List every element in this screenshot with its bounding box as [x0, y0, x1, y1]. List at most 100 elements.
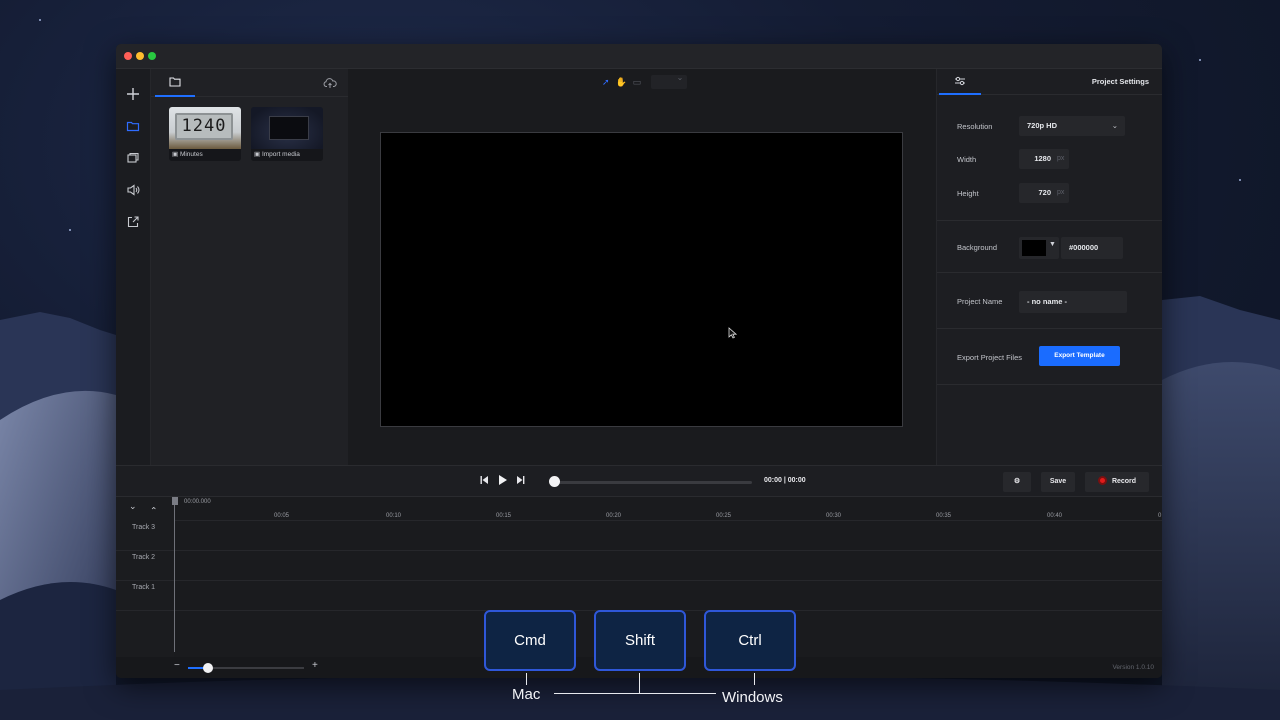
background-label: Background: [957, 243, 998, 252]
add-icon[interactable]: [126, 87, 140, 101]
width-label: Width: [957, 155, 977, 164]
chevron-down-icon: ⌄: [1111, 121, 1118, 130]
ruler-tick: 00:15: [496, 513, 512, 519]
track-row[interactable]: Track 2: [116, 551, 1162, 581]
playhead-handle[interactable]: [172, 497, 178, 505]
keycap-cmd: Cmd: [484, 610, 576, 671]
zoom-dropdown[interactable]: [651, 73, 688, 89]
ruler-tick: 00:40: [1047, 513, 1063, 519]
height-label: Height: [957, 189, 979, 198]
folder-tab-icon: [169, 77, 181, 87]
windows-label: Windows: [722, 689, 783, 706]
ruler-tick: 00:05: [274, 513, 290, 519]
scrubber-handle[interactable]: [549, 476, 560, 487]
dropdown-arrow-icon: ▼: [1049, 241, 1056, 248]
connector-line: [754, 673, 755, 685]
time-display: 00:00 | 00:00: [764, 477, 806, 484]
record-icon: [1097, 475, 1107, 485]
title-bar: [116, 44, 1162, 69]
cloud-upload-icon[interactable]: [323, 76, 337, 94]
project-name-field[interactable]: - no name -: [1019, 291, 1127, 313]
video-canvas[interactable]: [380, 132, 903, 427]
settings-gear-button[interactable]: ⚙: [1003, 472, 1031, 492]
timeline-ruler: 00:00.000 00:05 00:10 00:15 00:20 00:25 …: [174, 497, 1162, 521]
export-template-button[interactable]: Export Template: [1039, 346, 1120, 366]
settings-sliders-icon[interactable]: [939, 69, 981, 95]
maximize-window-button[interactable]: [148, 52, 156, 60]
tab-media-folder[interactable]: [155, 69, 195, 97]
left-toolbar: [116, 69, 150, 465]
skip-back-icon[interactable]: [480, 475, 489, 488]
layers-icon[interactable]: [126, 151, 140, 165]
media-panel: 1240 ▣ Minutes ▣ Import media: [150, 69, 349, 465]
save-button[interactable]: Save: [1041, 472, 1075, 492]
track-label: Track 1: [132, 584, 156, 591]
project-name-label: Project Name: [957, 297, 1003, 306]
track-label: Track 2: [132, 554, 156, 561]
resolution-section: Resolution 720p HD ⌄ Width 1280 px Heigh…: [937, 96, 1162, 221]
collapse-down-icon[interactable]: ⌄: [129, 501, 137, 512]
canvas-toolbar: ➚ ✋ ▭: [602, 73, 688, 89]
background-color-picker[interactable]: ▼: [1019, 237, 1059, 259]
resolution-label: Resolution: [957, 122, 993, 131]
hand-tool-icon[interactable]: ✋: [616, 77, 627, 88]
zoom-in-icon[interactable]: +: [312, 660, 318, 671]
background-section: Background ▼ #000000: [937, 221, 1162, 273]
gear-icon: ⚙: [1013, 478, 1021, 485]
media-thumbnail: 1240: [169, 107, 241, 149]
record-button[interactable]: Record: [1085, 472, 1149, 492]
canvas-area: ➚ ✋ ▭: [348, 69, 936, 465]
export-icon[interactable]: [126, 215, 140, 229]
select-tool-icon[interactable]: ➚: [602, 77, 610, 88]
transport-bar: 00:00 | 00:00 ⚙ Save Record: [116, 465, 1162, 497]
zoom-out-icon[interactable]: −: [174, 660, 180, 671]
track-label: Track 3: [132, 524, 156, 531]
settings-header: Project Settings: [937, 69, 1162, 95]
connector-line: [554, 693, 716, 694]
folder-icon[interactable]: [126, 119, 140, 133]
keycap-ctrl: Ctrl: [704, 610, 796, 671]
ruler-tick: 00:30: [826, 513, 842, 519]
track-row[interactable]: Track 1: [116, 581, 1162, 611]
settings-title: Project Settings: [1091, 77, 1149, 86]
ruler-tick: 0: [1158, 513, 1162, 519]
ruler-tick: 00:25: [716, 513, 732, 519]
audio-icon[interactable]: [126, 183, 140, 197]
background-hex-field[interactable]: #000000: [1061, 237, 1123, 259]
project-settings-panel: Project Settings Resolution 720p HD ⌄ Wi…: [936, 69, 1162, 465]
clock-display: 1240: [181, 116, 227, 136]
version-label: Version 1.0.10: [1112, 664, 1154, 671]
playhead[interactable]: [174, 497, 175, 652]
mac-label: Mac: [512, 686, 541, 703]
collapse-up-icon[interactable]: ⌄: [150, 504, 158, 515]
connector-line: [639, 673, 640, 693]
close-window-button[interactable]: [124, 52, 132, 60]
app-window: 1240 ▣ Minutes ▣ Import media ➚ ✋ ▭ ⌄ Pr…: [116, 44, 1162, 678]
ruler-start-time: 00:00.000: [184, 499, 211, 505]
project-name-section: Project Name - no name -: [937, 273, 1162, 329]
ruler-tick: 00:10: [386, 513, 402, 519]
mouse-cursor-icon: [728, 327, 738, 342]
connector-line: [526, 673, 527, 685]
media-item-minutes[interactable]: 1240 ▣ Minutes: [169, 107, 241, 161]
media-item-label: ▣ Minutes: [169, 149, 241, 161]
media-item-label: ▣ Import media: [251, 149, 323, 161]
zoom-slider-handle[interactable]: [203, 663, 213, 673]
minimize-window-button[interactable]: [136, 52, 144, 60]
ruler-tick: 00:35: [936, 513, 952, 519]
keycap-shift: Shift: [594, 610, 686, 671]
media-item-import[interactable]: ▣ Import media: [251, 107, 323, 161]
ruler-tick: 00:20: [606, 513, 622, 519]
media-thumbnail: [251, 107, 323, 149]
play-icon[interactable]: [498, 474, 508, 489]
frame-tool-icon[interactable]: ▭: [633, 77, 642, 88]
media-tabs: [151, 69, 349, 97]
track-row[interactable]: Track 3: [116, 521, 1162, 551]
color-swatch: [1022, 240, 1046, 256]
scrubber-track[interactable]: [554, 481, 752, 484]
width-unit: px: [1057, 155, 1065, 162]
export-section: Export Project Files Export Template: [937, 329, 1162, 385]
resolution-select[interactable]: 720p HD ⌄: [1019, 116, 1125, 136]
skip-forward-icon[interactable]: [516, 475, 525, 488]
height-unit: px: [1057, 189, 1065, 196]
